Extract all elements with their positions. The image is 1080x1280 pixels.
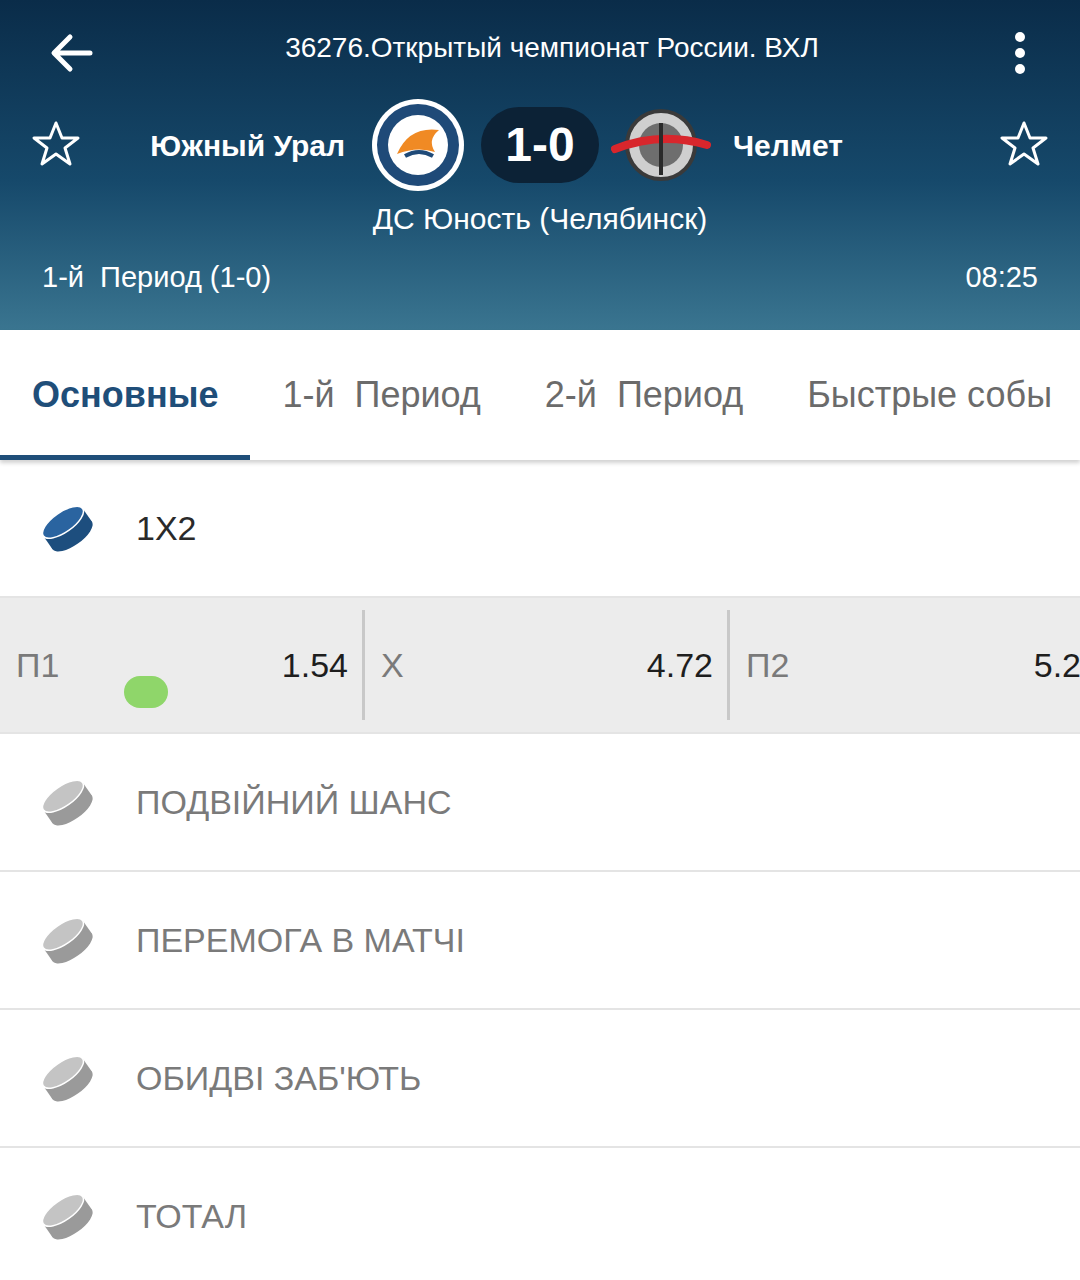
market-title[interactable]: ПЕРЕМОГА В МАТЧІ	[136, 915, 465, 966]
market-header[interactable]: ПОДВІЙНИЙ ШАНС	[0, 734, 1080, 872]
tab-label[interactable]: 1-й Период	[282, 368, 480, 422]
market-title[interactable]: ТОТАЛ	[136, 1191, 247, 1242]
status-row: 1-й Период (1-0) 08:25	[0, 251, 1080, 311]
match-header: 36276.Открытый чемпионат России. ВХЛ Южны…	[0, 0, 1080, 330]
away-team-name[interactable]: Челмет	[733, 123, 843, 168]
market-header[interactable]: ТОТАЛ	[0, 1148, 1080, 1280]
market[interactable]: ПЕРЕМОГА В МАТЧІ	[0, 872, 1080, 1010]
home-team[interactable]: Южный Урал	[82, 96, 481, 194]
favorite-star-icon[interactable]	[998, 119, 1050, 171]
away-team-logo-icon	[611, 105, 711, 185]
market-title[interactable]: ПОДВІЙНИЙ ШАНС	[136, 777, 452, 828]
away-team[interactable]: Челмет	[599, 105, 998, 185]
venue: ДС Юность (Челябинск)	[373, 196, 708, 241]
back-arrow-icon[interactable]	[40, 21, 104, 85]
tab-label[interactable]: Основные	[32, 368, 218, 422]
match-time: 08:25	[965, 256, 1038, 300]
tab-underline	[0, 455, 250, 460]
tab[interactable]: Основные	[0, 330, 250, 460]
market[interactable]: ТОТАЛ	[0, 1148, 1080, 1280]
tab[interactable]: 1-й Период	[250, 330, 512, 460]
match-title: 36276.Открытый чемпионат России. ВХЛ	[124, 27, 980, 69]
market-title[interactable]: ОБИДВІ ЗАБ'ЮТЬ	[136, 1053, 421, 1104]
odd-label[interactable]: П2	[746, 640, 789, 691]
period: 1-й Период (1-0)	[42, 256, 271, 300]
score: 1-0	[481, 107, 599, 183]
market[interactable]: 1X2 П1 1.54 X 4.72 П2 5.2	[0, 460, 1080, 734]
top-bar: 36276.Открытый чемпионат России. ВХЛ	[0, 0, 1080, 105]
market-title[interactable]: 1X2	[136, 503, 197, 554]
venue-row: ДС Юность (Челябинск)	[0, 185, 1080, 251]
market-header[interactable]: ОБИДВІ ЗАБ'ЮТЬ	[0, 1010, 1080, 1148]
odd-cell[interactable]: П2 5.2	[730, 610, 1080, 720]
teams-row: Южный Урал 1-0 Челмет	[0, 105, 1080, 185]
favorite-star-icon[interactable]	[30, 119, 82, 171]
tab-label[interactable]: 2-й Период	[545, 368, 743, 422]
market[interactable]: ОБИДВІ ЗАБ'ЮТЬ	[0, 1010, 1080, 1148]
tab[interactable]: 2-й Период	[513, 330, 775, 460]
puck-icon	[40, 913, 94, 967]
odd-indicator-dot	[124, 676, 168, 708]
home-team-name[interactable]: Южный Урал	[150, 123, 345, 168]
odd-label[interactable]: X	[381, 640, 404, 691]
puck-icon	[40, 775, 94, 829]
odd-label[interactable]: П1	[16, 640, 59, 691]
odd-indicator-dot	[489, 676, 533, 708]
market-header[interactable]: 1X2	[0, 460, 1080, 598]
market[interactable]: ПОДВІЙНИЙ ШАНС	[0, 734, 1080, 872]
market-header[interactable]: ПЕРЕМОГА В МАТЧІ	[0, 872, 1080, 1010]
puck-icon	[40, 501, 94, 555]
odd-indicator-dot	[854, 676, 898, 708]
odd-cell[interactable]: П1 1.54	[0, 610, 365, 720]
odd-cell[interactable]: X 4.72	[365, 610, 730, 720]
tab-label[interactable]: Быстрые собы	[807, 368, 1052, 422]
tab[interactable]: Быстрые собы	[775, 330, 1080, 460]
home-team-logo-icon	[369, 96, 467, 194]
puck-icon	[40, 1189, 94, 1243]
tab-bar: Основные 1-й Период 2-й Период Быстрые собы	[0, 330, 1080, 460]
more-menu-icon[interactable]	[1000, 21, 1040, 85]
odd-value[interactable]: 1.54	[282, 640, 348, 691]
odds-row: П1 1.54 X 4.72 П2 5.2	[0, 598, 1080, 734]
odd-value[interactable]: 5.2	[1034, 640, 1080, 691]
puck-icon	[40, 1051, 94, 1105]
odd-value[interactable]: 4.72	[647, 640, 713, 691]
